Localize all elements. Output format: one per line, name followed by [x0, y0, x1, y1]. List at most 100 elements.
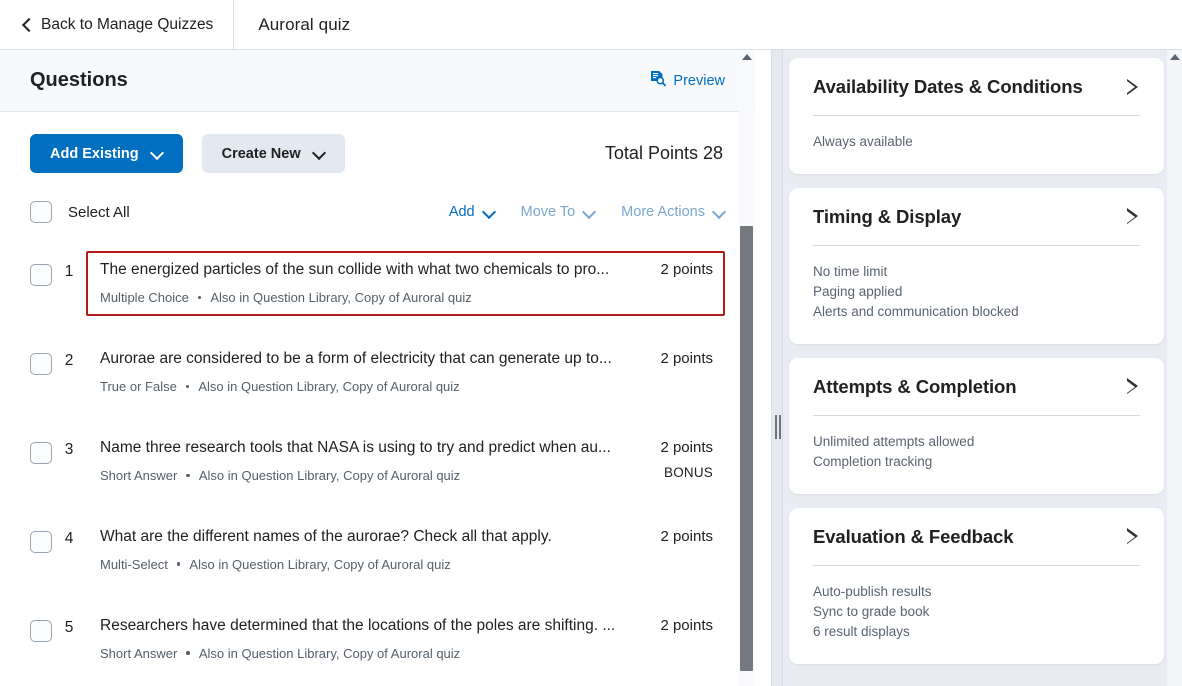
scrollbar-thumb[interactable]: [740, 226, 753, 671]
timing-display-card-header[interactable]: Timing & Display: [813, 206, 1140, 228]
availability-dates-card: Availability Dates & Conditions Always a…: [789, 58, 1164, 174]
question-number: 4: [64, 529, 74, 547]
create-new-button[interactable]: Create New: [201, 134, 345, 173]
question-meta: Multiple Choice Also in Question Library…: [100, 290, 631, 305]
question-type: True or False: [100, 378, 177, 394]
question-points: 2 points: [660, 261, 713, 278]
preview-label: Preview: [673, 72, 725, 89]
question-type: Short Answer: [100, 645, 178, 661]
question-location: Also in Question Library, Copy of Aurora…: [198, 645, 461, 661]
question-body[interactable]: What are the different names of the auro…: [86, 518, 725, 583]
attempts-completion-card: Attempts & Completion Unlimited attempts…: [789, 357, 1164, 494]
create-new-label: Create New: [221, 145, 301, 162]
select-all-row: Select All Add Move To More Actions: [0, 173, 755, 223]
question-meta: True or False Also in Question Library, …: [100, 379, 631, 394]
main-content-area: Questions Preview Add Existing Create Ne…: [0, 50, 1182, 686]
availability-dates-card-title: Availability Dates & Conditions: [813, 76, 1083, 97]
question-number: 1: [64, 263, 74, 280]
summary-line: Auto-publish results: [813, 583, 932, 599]
move-to-dropdown-label: Move To: [520, 204, 576, 220]
question-type: Short Answer: [100, 467, 178, 483]
summary-line: Paging applied: [813, 283, 903, 299]
question-checkbox[interactable]: [30, 264, 52, 286]
move-to-dropdown[interactable]: Move To: [521, 204, 596, 220]
chevron-down-icon: [314, 148, 325, 159]
question-body[interactable]: The energized particles of the sun colli…: [86, 251, 725, 316]
timing-display-summary: No time limit Paging applied Alerts and …: [813, 246, 1140, 322]
separator-dot-icon: [185, 384, 190, 389]
availability-dates-card-header[interactable]: Availability Dates & Conditions: [813, 76, 1140, 98]
question-body[interactable]: Researchers have determined that the loc…: [86, 607, 725, 672]
separator-dot-icon: [186, 473, 190, 478]
expand-triangle-right-icon[interactable]: [1127, 378, 1140, 395]
select-all-label: Select All: [68, 203, 130, 221]
scroll-up-arrow-icon[interactable]: [742, 54, 752, 60]
top-navigation-bar: Back to Manage Quizzes Auroral quiz: [0, 0, 1182, 50]
chevron-down-icon: [584, 207, 595, 218]
question-checkbox[interactable]: [30, 619, 52, 642]
scroll-up-arrow-icon[interactable]: [1170, 54, 1180, 60]
question-body[interactable]: Name three research tools that NASA is u…: [86, 429, 725, 494]
more-actions-dropdown[interactable]: More Actions: [621, 204, 725, 220]
add-existing-button[interactable]: Add Existing: [30, 134, 183, 173]
add-dropdown[interactable]: Add: [449, 204, 495, 220]
timing-display-card: Timing & Display No time limit Paging ap…: [789, 187, 1164, 344]
table-row[interactable]: 2 Aurorae are considered to be a form of…: [30, 328, 725, 417]
table-row[interactable]: 1 The energized particles of the sun col…: [30, 239, 725, 328]
separator-dot-icon: [197, 295, 202, 300]
separator-dot-icon: [176, 562, 181, 566]
evaluation-feedback-card-header[interactable]: Evaluation & Feedback: [813, 526, 1140, 548]
question-location: Also in Question Library, Copy of Aurora…: [198, 378, 460, 394]
question-title: Researchers have determined that the loc…: [100, 616, 616, 634]
question-checkbox[interactable]: [30, 530, 52, 553]
questions-toolbar: Add Existing Create New Total Points 28: [0, 112, 755, 173]
table-row[interactable]: 4 What are the different names of the au…: [30, 506, 725, 595]
questions-list: 1 The energized particles of the sun col…: [0, 223, 755, 686]
question-number: 5: [64, 618, 74, 636]
bulk-actions-group: Add Move To More Actions: [449, 204, 725, 220]
questions-scrollbar[interactable]: [739, 50, 754, 686]
question-body[interactable]: Aurorae are considered to be a form of e…: [86, 340, 725, 405]
quiz-settings-pane: Availability Dates & Conditions Always a…: [783, 50, 1182, 686]
question-meta: Short Answer Also in Question Library, C…: [100, 468, 631, 483]
question-points: 2 points: [660, 616, 713, 634]
timing-display-card-title: Timing & Display: [813, 205, 962, 227]
pane-splitter-handle[interactable]: [772, 50, 783, 686]
expand-triangle-right-icon[interactable]: [1127, 208, 1140, 225]
question-location: Also in Question Library, Copy of Aurora…: [189, 556, 451, 572]
question-points: 2 points: [660, 349, 713, 367]
summary-line: Always available: [813, 134, 913, 149]
question-location: Also in Question Library, Copy of Aurora…: [198, 467, 461, 483]
settings-scrollbar[interactable]: [1167, 50, 1182, 686]
question-checkbox[interactable]: [30, 441, 52, 464]
question-points: 2 points BONUS: [631, 438, 713, 480]
question-type: Multiple Choice: [100, 289, 189, 305]
question-title: What are the different names of the auro…: [100, 527, 552, 545]
expand-triangle-right-icon[interactable]: [1127, 78, 1140, 96]
expand-triangle-right-icon[interactable]: [1127, 528, 1140, 545]
question-checkbox[interactable]: [30, 352, 52, 375]
questions-header: Questions Preview: [0, 50, 755, 112]
table-row[interactable]: 3 Name three research tools that NASA is…: [30, 417, 725, 506]
table-row[interactable]: 5 Researchers have determined that the l…: [30, 595, 725, 684]
question-number: 3: [64, 440, 74, 458]
quiz-title: Auroral quiz: [258, 14, 351, 34]
more-actions-dropdown-label: More Actions: [621, 204, 705, 220]
attempts-completion-card-header[interactable]: Attempts & Completion: [813, 376, 1140, 398]
chevron-left-icon: [22, 20, 32, 30]
quiz-editor-page: Back to Manage Quizzes Auroral quiz Ques…: [0, 0, 1182, 686]
attempts-completion-summary: Unlimited attempts allowed Completion tr…: [813, 416, 1140, 472]
document-search-icon: [649, 70, 667, 91]
select-all-checkbox[interactable]: [30, 201, 52, 223]
attempts-completion-card-title: Attempts & Completion: [813, 375, 1017, 397]
preview-button[interactable]: Preview: [649, 70, 725, 91]
back-to-manage-quizzes-link[interactable]: Back to Manage Quizzes: [0, 0, 235, 49]
evaluation-feedback-summary: Auto-publish results Sync to grade book …: [813, 566, 1140, 642]
question-points: 2 points: [660, 527, 713, 545]
availability-dates-summary: Always available: [813, 116, 1140, 152]
question-type: Multi-Select: [100, 556, 168, 572]
question-title: The energized particles of the sun colli…: [100, 261, 610, 278]
bonus-badge: BONUS: [663, 464, 713, 480]
add-dropdown-label: Add: [448, 204, 475, 220]
summary-line: Alerts and communication blocked: [813, 303, 1019, 319]
